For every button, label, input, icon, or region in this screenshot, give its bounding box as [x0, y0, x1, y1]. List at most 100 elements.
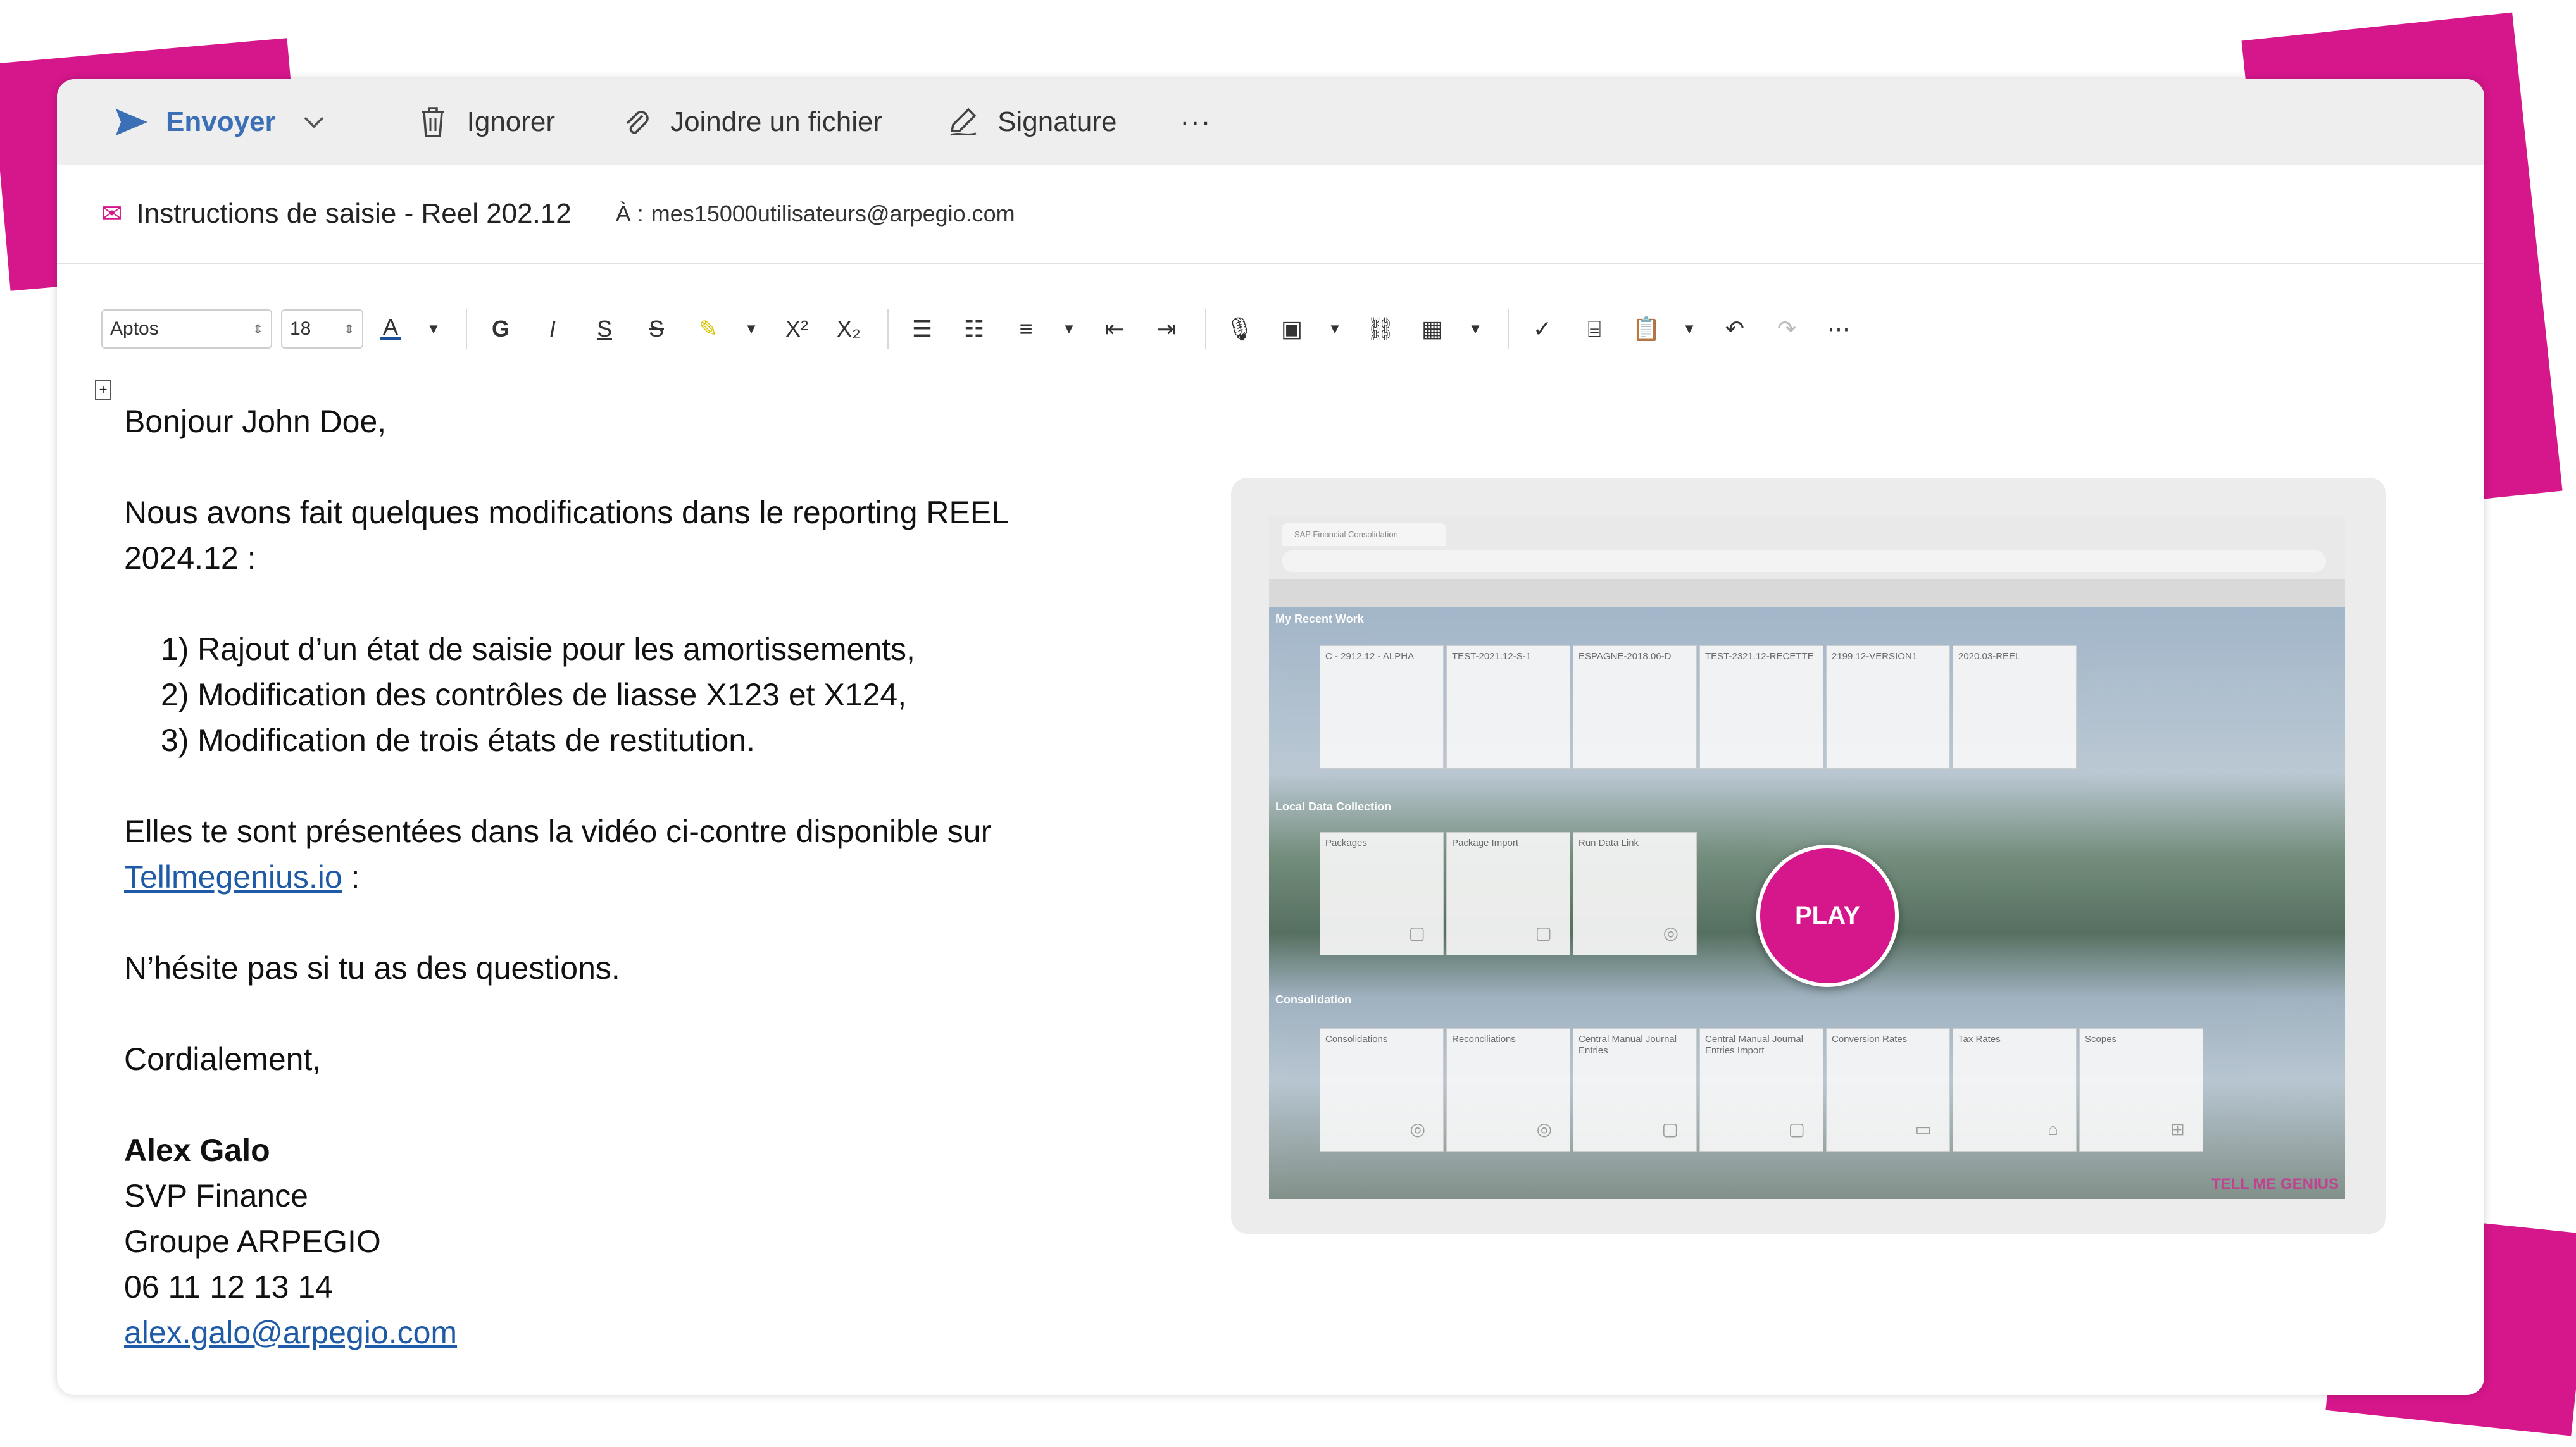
list-item: 2) Modification des contrôles de liasse …	[161, 677, 907, 712]
toolbar-divider	[1508, 309, 1509, 349]
tile[interactable]: TEST-2021.12-S-1	[1446, 645, 1570, 769]
bullet-list-icon[interactable]: ☰	[904, 311, 941, 347]
tile[interactable]: ESPAGNE-2018.06-D	[1573, 645, 1697, 769]
align-icon[interactable]: ≡	[1008, 311, 1044, 347]
subscript-icon[interactable]: X₂	[830, 311, 867, 347]
section-label: My Recent Work	[1275, 612, 1364, 625]
chevron-down-icon[interactable]: ▼	[424, 311, 443, 347]
link-icon[interactable]: ⛓	[1362, 311, 1399, 347]
chevron-down-icon[interactable]: ▼	[1466, 311, 1485, 347]
italic-icon[interactable]: I	[534, 311, 571, 347]
table-move-handle-icon[interactable]: +	[95, 380, 111, 400]
list-item: 1) Rajout d’un état de saisie pour les a…	[161, 631, 915, 667]
signature-button[interactable]: Signature	[946, 104, 1117, 140]
closing: Cordialement,	[124, 1041, 322, 1077]
intro-line: 2024.12 :	[124, 540, 256, 576]
ignore-button[interactable]: Ignorer	[415, 104, 555, 140]
signature-label: Signature	[997, 106, 1117, 137]
formatting-toolbar: Aptos ⇕ 18 ⇕ A ▼ G I S S ✎ ▼ X² X₂ ☰ ☷ ≡…	[101, 304, 1872, 354]
tile[interactable]: Package Import ▢	[1446, 832, 1570, 955]
browser-bar: SAP Financial Consolidation	[1269, 516, 2345, 579]
tile[interactable]: C - 2912.12 - ALPHA	[1320, 645, 1444, 769]
ignore-label: Ignorer	[466, 106, 556, 137]
section-label: Consolidation	[1275, 993, 1351, 1006]
highlight-icon[interactable]: ✎	[690, 311, 727, 347]
browser-url	[1282, 550, 2326, 572]
more-formatting-icon[interactable]: ⋯	[1820, 311, 1857, 347]
signature-name: Alex Galo	[124, 1133, 270, 1168]
attach-file-button[interactable]: Joindre un fichier	[618, 104, 882, 140]
send-label: Envoyer	[166, 106, 276, 137]
send-button[interactable]: Envoyer	[114, 104, 352, 140]
pen-icon	[946, 104, 981, 140]
tellmegenius-link[interactable]: Tellmegenius.io	[124, 859, 342, 895]
tile[interactable]: Reconciliations ◎	[1446, 1028, 1570, 1152]
intro-line: Nous avons fait quelques modifications d…	[124, 495, 1010, 530]
tile[interactable]: Tax Rates ⌂	[1953, 1028, 2077, 1152]
tile[interactable]: Packages ▢	[1320, 832, 1444, 955]
video-thumbnail[interactable]: SAP Financial Consolidation My Recent Wo…	[1231, 478, 2386, 1234]
toolbar-divider	[1205, 309, 1206, 349]
play-button[interactable]: PLAY	[1756, 845, 1899, 987]
font-name-value: Aptos	[110, 318, 159, 339]
signature-email-link[interactable]: alex.galo@arpegio.com	[124, 1315, 457, 1350]
subject-field[interactable]: Instructions de saisie - Reel 202.12	[137, 198, 572, 230]
updown-icon: ⇕	[253, 322, 263, 337]
more-options-button[interactable]: ···	[1180, 106, 1212, 138]
paste-icon[interactable]: 📋	[1628, 311, 1665, 347]
send-icon	[114, 104, 149, 140]
tile[interactable]: Central Manual Journal Entries Import ▢	[1699, 1028, 1823, 1152]
signature-phone: 06 11 12 13 14	[124, 1269, 333, 1305]
microphone-icon[interactable]: 🎙	[1222, 311, 1258, 347]
tile[interactable]: Central Manual Journal Entries ▢	[1573, 1028, 1697, 1152]
tile[interactable]: Run Data Link ◎	[1573, 832, 1697, 955]
tile[interactable]: Conversion Rates ▭	[1826, 1028, 1950, 1152]
font-size-value: 18	[290, 318, 311, 339]
section-label: Local Data Collection	[1275, 800, 1392, 813]
font-size-select[interactable]: 18 ⇕	[281, 309, 363, 349]
to-field[interactable]: mes15000utilisateurs@arpegio.com	[651, 201, 1015, 227]
redo-icon[interactable]: ↷	[1768, 311, 1805, 347]
message-body[interactable]: Bonjour John Doe, Nous avons fait quelqu…	[124, 399, 1168, 1355]
image-icon[interactable]: ▣	[1273, 311, 1310, 347]
attach-file-label: Joindre un fichier	[670, 106, 883, 137]
subject-bar: ✉ Instructions de saisie - Reel 202.12 À…	[57, 165, 2484, 264]
tile[interactable]: TEST-2321.12-RECETTE	[1699, 645, 1823, 769]
table-icon[interactable]: ▦	[1414, 311, 1451, 347]
compose-window: Envoyer Ignorer Joindre un fichier Signa…	[57, 79, 2484, 1395]
envelope-heart-icon: ✉	[101, 199, 123, 228]
format-painter-icon[interactable]: ⌸	[1576, 311, 1613, 347]
paperclip-icon	[618, 104, 654, 140]
questions-line: N’hésite pas si tu as des questions.	[124, 950, 620, 986]
chevron-down-icon[interactable]: ▼	[1680, 311, 1699, 347]
chevron-down-icon[interactable]: ▼	[742, 311, 761, 347]
to-label: À :	[615, 200, 644, 227]
spelling-icon[interactable]: ✓	[1524, 311, 1561, 347]
underline-icon[interactable]: S	[586, 311, 623, 347]
updown-icon: ⇕	[344, 322, 354, 337]
undo-icon[interactable]: ↶	[1716, 311, 1753, 347]
indent-icon[interactable]: ⇥	[1148, 311, 1185, 347]
tile[interactable]: 2020.03-REEL	[1953, 645, 2077, 769]
toolbar-divider	[466, 309, 467, 349]
numbered-list-icon[interactable]: ☷	[956, 311, 992, 347]
tile[interactable]: Scopes ⊞	[2079, 1028, 2203, 1152]
strikethrough-icon[interactable]: S	[638, 311, 675, 347]
video-link-line: Tellmegenius.io :	[124, 859, 360, 895]
superscript-icon[interactable]: X²	[778, 311, 815, 347]
tile[interactable]: 2199.12-VERSION1	[1826, 645, 1950, 769]
font-color-icon[interactable]: A	[372, 311, 409, 347]
list-item: 3) Modification de trois états de restit…	[161, 723, 756, 758]
toolbar-divider	[887, 309, 889, 349]
chevron-down-icon[interactable]: ▼	[1325, 311, 1344, 347]
outdent-icon[interactable]: ⇤	[1096, 311, 1133, 347]
browser-tab: SAP Financial Consolidation	[1282, 523, 1446, 546]
chevron-down-icon[interactable]: ▼	[1060, 311, 1079, 347]
video-line: Elles te sont présentées dans la vidéo c…	[124, 814, 992, 849]
tile[interactable]: Consolidations ◎	[1320, 1028, 1444, 1152]
bold-icon[interactable]: G	[482, 311, 519, 347]
font-name-select[interactable]: Aptos ⇕	[101, 309, 272, 349]
watermark-logo: TELL ME GENIUS	[2211, 1176, 2339, 1193]
chevron-down-icon[interactable]	[301, 109, 327, 135]
signature-title: SVP Finance	[124, 1178, 308, 1214]
